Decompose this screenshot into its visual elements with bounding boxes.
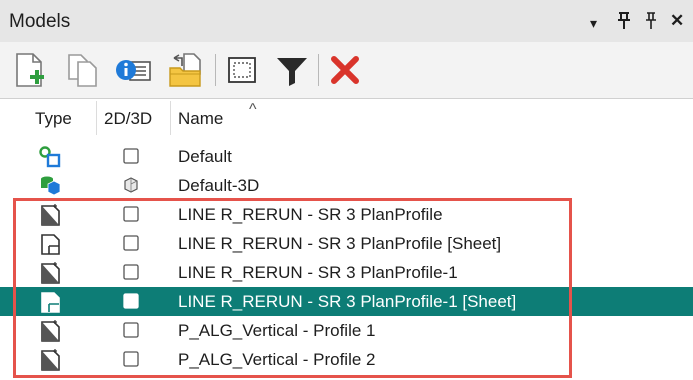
drawing-model-icon	[38, 348, 64, 372]
2d-checkbox-icon	[122, 321, 140, 339]
drawing-model-icon	[38, 261, 64, 285]
model-row[interactable]: LINE R_RERUN - SR 3 PlanProfile-1	[0, 258, 693, 287]
design-model-3d-icon	[38, 174, 64, 198]
select-all-button[interactable]	[223, 50, 263, 90]
model-name: LINE R_RERUN - SR 3 PlanProfile	[178, 205, 443, 224]
2d-checkbox-icon	[122, 147, 140, 165]
model-name: P_ALG_Vertical - Profile 1	[178, 321, 376, 340]
column-divider[interactable]	[96, 101, 97, 135]
2d-checkbox-icon	[122, 292, 140, 310]
model-row[interactable]: LINE R_RERUN - SR 3 PlanProfile	[0, 200, 693, 229]
new-model-icon	[16, 53, 44, 87]
sheet-model-icon	[38, 232, 64, 256]
models-toolbar	[0, 42, 693, 99]
new-model-button[interactable]	[10, 50, 50, 90]
column-header-name[interactable]: Name	[178, 109, 223, 129]
model-row[interactable]: LINE R_RERUN - SR 3 PlanProfile [Sheet]	[0, 229, 693, 258]
auto-hide-icon[interactable]	[643, 11, 659, 36]
model-name: LINE R_RERUN - SR 3 PlanProfile-1	[178, 263, 458, 282]
attach-model-button[interactable]	[166, 50, 206, 90]
filter-icon	[277, 58, 307, 86]
column-header-type[interactable]: Type	[35, 109, 72, 129]
close-icon[interactable]: ✕	[670, 11, 684, 31]
2d-checkbox-icon	[122, 350, 140, 368]
column-header-row: Type 2D/3D Name ^	[0, 99, 693, 137]
pin-icon[interactable]	[616, 11, 632, 36]
2d-checkbox-icon	[122, 263, 140, 281]
copy-model-button[interactable]	[64, 50, 104, 90]
panel-titlebar: Models ▾ ✕	[0, 0, 693, 42]
copy-model-icon	[68, 54, 97, 87]
column-divider[interactable]	[170, 101, 171, 135]
delete-model-button[interactable]	[325, 50, 365, 90]
sheet-model-icon	[38, 290, 64, 314]
toolbar-separator	[318, 54, 319, 86]
drawing-model-icon	[38, 203, 64, 227]
2d-checkbox-icon	[122, 205, 140, 223]
model-row[interactable]: Default-3D	[0, 171, 693, 200]
properties-icon	[116, 60, 151, 81]
3d-cube-icon	[122, 176, 140, 194]
design-model-2d-icon	[38, 145, 64, 169]
model-row[interactable]: P_ALG_Vertical - Profile 1	[0, 316, 693, 345]
column-header-2d3d[interactable]: 2D/3D	[104, 109, 152, 129]
model-properties-button[interactable]	[113, 50, 153, 90]
panel-title: Models	[9, 11, 71, 32]
model-name: P_ALG_Vertical - Profile 2	[178, 350, 376, 369]
drawing-model-icon	[38, 319, 64, 343]
models-panel: Models ▾ ✕ Type 2D/3D Name ^ Default Def…	[0, 0, 693, 380]
2d-checkbox-icon	[122, 234, 140, 252]
delete-icon	[331, 56, 359, 84]
model-row-selected[interactable]: LINE R_RERUN - SR 3 PlanProfile-1 [Sheet…	[0, 287, 693, 316]
model-name: LINE R_RERUN - SR 3 PlanProfile-1 [Sheet…	[178, 292, 517, 311]
sort-ascending-icon: ^	[249, 101, 257, 118]
attach-folder-icon	[169, 53, 201, 87]
panel-menu-dropdown-icon[interactable]: ▾	[590, 13, 597, 33]
model-name: LINE R_RERUN - SR 3 PlanProfile [Sheet]	[178, 234, 502, 253]
model-name: Default-3D	[178, 176, 260, 195]
model-row[interactable]: P_ALG_Vertical - Profile 2	[0, 345, 693, 374]
model-name: Default	[178, 147, 232, 166]
model-row[interactable]: Default	[0, 142, 693, 171]
select-all-icon	[228, 57, 256, 83]
toolbar-separator	[215, 54, 216, 86]
filter-button[interactable]	[272, 50, 312, 90]
